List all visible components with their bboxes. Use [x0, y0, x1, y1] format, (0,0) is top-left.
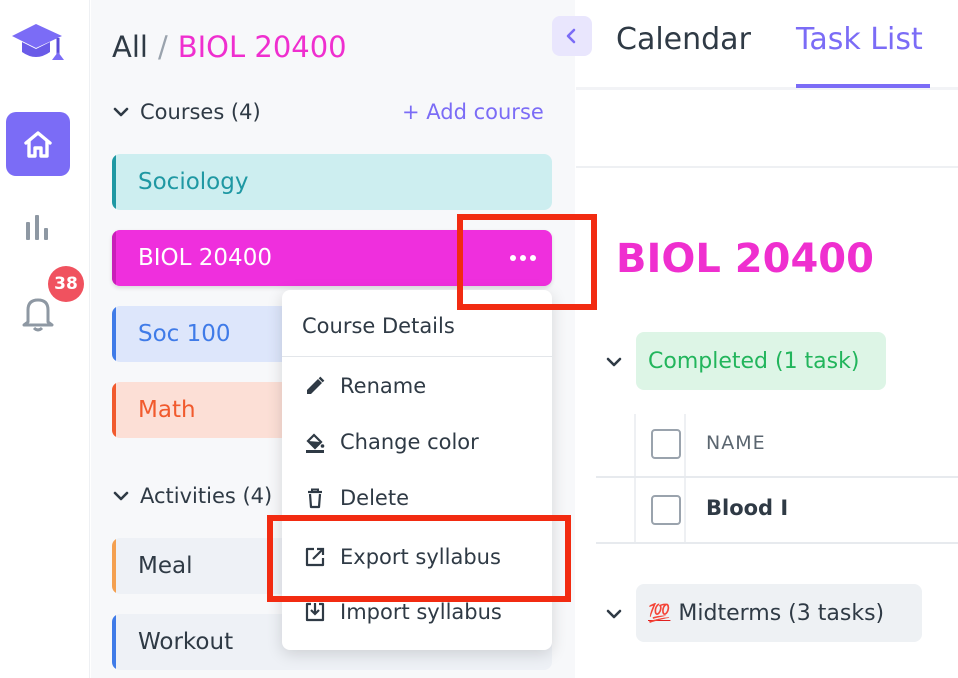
- activities-section-toggle[interactable]: Activities (4): [112, 484, 272, 508]
- midterms-group-label: Midterms (3 tasks): [678, 600, 885, 626]
- bell-icon[interactable]: [20, 292, 56, 332]
- completed-group-label: Completed (1 task): [648, 348, 860, 374]
- active-tab-indicator: [796, 84, 930, 88]
- add-course-button[interactable]: + Add course: [402, 100, 544, 124]
- chevron-down-icon[interactable]: [604, 604, 624, 624]
- pencil-icon: [307, 376, 325, 394]
- table-divider: [684, 414, 686, 544]
- hundred-points-emoji: 💯: [648, 602, 671, 624]
- courses-section-label: Courses (4): [140, 100, 261, 124]
- bar-chart-icon[interactable]: [22, 212, 52, 242]
- breadcrumb-all-link[interactable]: All: [112, 30, 148, 64]
- menu-item-change-color[interactable]: Change color: [282, 417, 552, 467]
- toolbar-divider: [576, 166, 958, 168]
- course-name: BIOL 20400: [138, 245, 272, 271]
- trash-icon: [308, 488, 322, 509]
- breadcrumb-separator: /: [157, 30, 168, 64]
- menu-item-label: Rename: [340, 374, 427, 398]
- home-icon: [24, 131, 52, 158]
- activities-section-label: Activities (4): [140, 484, 273, 508]
- name-column-header[interactable]: NAME: [706, 432, 766, 454]
- activity-name: Meal: [138, 553, 193, 579]
- graduation-cap-logo-icon[interactable]: [8, 16, 66, 70]
- completed-group-header[interactable]: Completed (1 task): [636, 332, 886, 390]
- chevron-down-icon[interactable]: [604, 352, 624, 372]
- table-divider: [634, 414, 636, 544]
- menu-item-label: Delete: [340, 486, 409, 510]
- task-name[interactable]: Blood I: [706, 496, 788, 520]
- tab-task-list[interactable]: Task List: [796, 22, 923, 57]
- course-name: Math: [138, 397, 196, 423]
- select-all-checkbox[interactable]: [651, 429, 681, 459]
- table-row-divider: [596, 542, 958, 544]
- home-nav-button[interactable]: [6, 112, 70, 176]
- courses-section-toggle[interactable]: Courses (4): [112, 100, 261, 124]
- page-title: BIOL 20400: [616, 236, 874, 282]
- menu-item-label: Change color: [340, 430, 479, 454]
- course-name: Soc 100: [138, 321, 231, 347]
- icon-rail: 38: [0, 0, 90, 678]
- app-root: 38 All / BIOL 20400 Courses (4) + Add co…: [0, 0, 958, 678]
- tab-calendar[interactable]: Calendar: [616, 22, 751, 57]
- table-row-divider: [596, 476, 958, 478]
- highlight-box-export-syllabus: [267, 515, 571, 602]
- notification-count-badge: 38: [48, 266, 84, 302]
- course-name: Sociology: [138, 169, 249, 195]
- breadcrumb: All / BIOL 20400: [112, 30, 347, 64]
- activity-name: Workout: [138, 629, 234, 655]
- highlight-box-more-options: [457, 214, 597, 310]
- breadcrumb-current: BIOL 20400: [177, 30, 347, 64]
- paint-bucket-icon: [306, 433, 325, 453]
- menu-divider: [282, 356, 552, 357]
- menu-title: Course Details: [302, 314, 455, 338]
- view-tabs: Calendar Task List: [576, 0, 958, 90]
- import-icon: [305, 602, 325, 622]
- menu-item-label: Import syllabus: [340, 600, 502, 624]
- course-item-sociology[interactable]: Sociology: [112, 154, 552, 210]
- menu-item-rename[interactable]: Rename: [282, 361, 552, 411]
- chevron-down-icon: [113, 491, 129, 501]
- task-checkbox[interactable]: [651, 495, 681, 525]
- midterms-group-header[interactable]: 💯 Midterms (3 tasks): [636, 584, 922, 642]
- chevron-down-icon: [113, 107, 129, 117]
